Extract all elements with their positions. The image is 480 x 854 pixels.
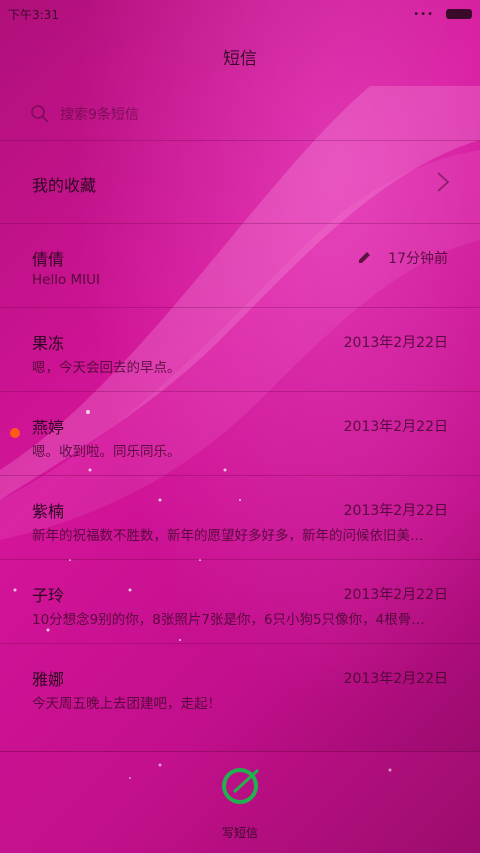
thread-preview: Hello MIUI <box>32 272 101 288</box>
thread-row[interactable]: 果冻 2013年2月22日 嗯，今天会回去的早点。 <box>0 308 480 392</box>
favorites-label: 我的收藏 <box>32 176 97 195</box>
thread-name: 紫楠 <box>32 502 65 521</box>
compose-button[interactable]: 写短信 <box>212 766 268 846</box>
thread-preview: 嗯。收到啦。同乐同乐。 <box>32 444 181 460</box>
signal-dots-icon: ••• <box>413 9 434 20</box>
thread-preview: 嗯，今天会回去的早点。 <box>32 360 181 376</box>
battery-icon <box>446 9 472 19</box>
search-bar[interactable] <box>0 88 480 141</box>
thread-time: 17分钟前 <box>388 251 448 267</box>
thread-row[interactable]: 子玲 2013年2月22日 10分想念9别的你，8张照片7张是你，6只小狗5只像… <box>0 560 480 644</box>
chevron-right-icon <box>437 172 450 192</box>
page-title: 短信 <box>223 48 257 69</box>
thread-row[interactable]: 紫楠 2013年2月22日 新年的祝福数不胜数，新年的愿望好多好多，新年的问候依… <box>0 476 480 560</box>
search-icon <box>31 105 49 123</box>
app-header: 短信 <box>0 26 480 86</box>
thread-row[interactable]: 倩倩 17分钟前 Hello MIUI <box>0 224 480 308</box>
thread-time: 2013年2月22日 <box>343 335 448 351</box>
thread-time: 2013年2月22日 <box>343 503 448 519</box>
thread-row[interactable]: 燕婷 2013年2月22日 嗯。收到啦。同乐同乐。 <box>0 392 480 476</box>
status-time: 下午3:31 <box>8 8 59 22</box>
compose-icon <box>222 768 260 804</box>
thread-time: 2013年2月22日 <box>343 671 448 687</box>
thread-preview: 今天周五晚上去团建吧，走起！ <box>32 696 221 712</box>
search-input[interactable] <box>58 102 442 128</box>
thread-name: 雅娜 <box>32 670 65 689</box>
compose-label: 写短信 <box>221 826 258 840</box>
status-bar: 下午3:31 ••• <box>0 0 480 26</box>
thread-row[interactable]: 雅娜 2013年2月22日 今天周五晚上去团建吧，走起！ <box>0 644 480 728</box>
thread-name: 子玲 <box>32 586 65 605</box>
thread-name: 燕婷 <box>32 418 65 437</box>
bottom-toolbar: 写短信 <box>0 751 480 854</box>
pencil-icon <box>359 252 370 263</box>
thread-name: 倩倩 <box>32 250 65 269</box>
unread-dot-icon <box>10 428 20 438</box>
thread-time: 2013年2月22日 <box>343 419 448 435</box>
thread-name: 果冻 <box>32 334 65 353</box>
thread-preview: 新年的祝福数不胜数，新年的愿望好多好多，新年的问候依旧美… <box>32 528 424 544</box>
favorites-row[interactable]: 我的收藏 <box>0 140 480 224</box>
thread-preview: 10分想念9别的你，8张照片7张是你，6只小狗5只像你，4根骨… <box>32 612 425 628</box>
thread-time: 2013年2月22日 <box>343 587 448 603</box>
